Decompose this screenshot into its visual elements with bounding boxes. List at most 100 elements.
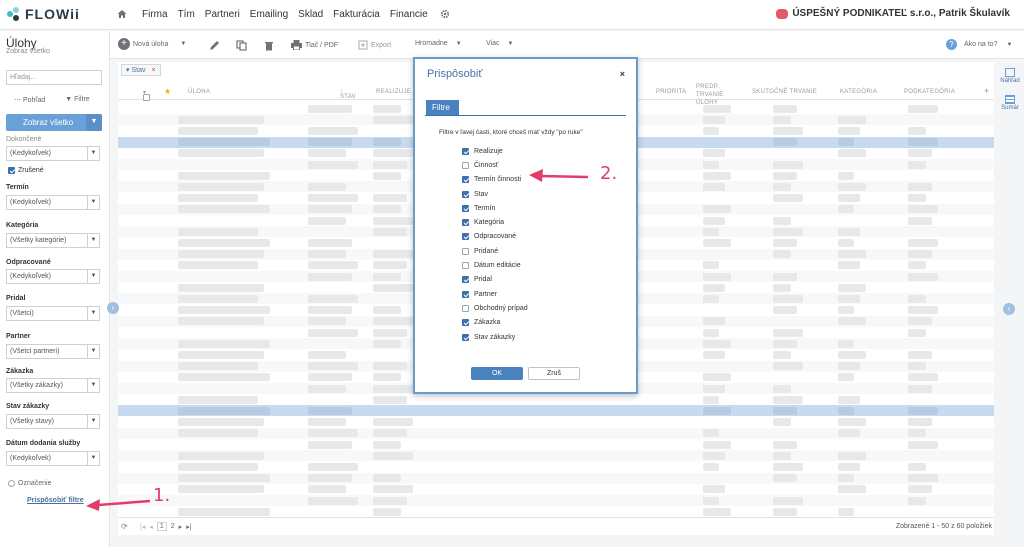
checkbox-icon[interactable] xyxy=(462,247,469,255)
gear-icon[interactable] xyxy=(440,9,450,19)
new-task-button[interactable]: + Nová úloha ▼ xyxy=(118,38,186,50)
filter-option[interactable]: Obchodný prípad xyxy=(462,301,528,315)
checkbox-icon[interactable] xyxy=(462,147,469,155)
close-icon[interactable]: × xyxy=(620,69,625,79)
search-input[interactable]: Hľadaj... xyxy=(6,70,102,85)
nav-item-2[interactable]: Partneri xyxy=(205,9,240,20)
radio-oznacenie[interactable]: Označenie xyxy=(8,480,51,487)
bulk-dropdown[interactable]: Hromadne ▼ xyxy=(415,40,462,47)
filter-select-pridal[interactable]: (Všetci) ▼ xyxy=(6,306,100,321)
nav-item-5[interactable]: Fakturácia xyxy=(333,9,380,20)
tab-view[interactable]: ⋯ Pohľad xyxy=(14,96,45,104)
table-row[interactable] xyxy=(118,417,994,428)
chevron-down-icon[interactable]: ▼ xyxy=(86,114,102,131)
copy-button[interactable] xyxy=(236,40,247,51)
help-button[interactable]: ? Ako na to? ▼ xyxy=(946,39,1012,50)
prev-page-icon[interactable]: ◂ xyxy=(149,523,153,531)
filter-option[interactable]: Pridal xyxy=(462,273,528,287)
table-row[interactable] xyxy=(118,427,994,439)
col-header-uloha[interactable]: ÚLOHA xyxy=(188,89,210,95)
close-icon[interactable]: × xyxy=(151,67,155,74)
col-header-kategoria[interactable]: KATEGÓRIA xyxy=(840,89,877,95)
filter-option[interactable]: Dátum editácie xyxy=(462,258,528,272)
table-row[interactable] xyxy=(118,484,994,495)
more-dropdown[interactable]: Viac ▼ xyxy=(486,40,513,47)
filter-option[interactable]: Činnosť xyxy=(462,158,528,172)
chevron-down-icon[interactable]: ▼ xyxy=(180,41,186,47)
summary-toggle[interactable]: Sumár xyxy=(998,95,1022,111)
table-row[interactable] xyxy=(118,394,994,405)
filter-select-kategoria[interactable]: (Všetky kategórie) ▼ xyxy=(6,233,100,248)
next-page-icon[interactable]: ▸ xyxy=(179,523,183,531)
checkbox-icon[interactable] xyxy=(462,333,469,341)
star-icon[interactable]: ★ xyxy=(164,87,171,96)
last-page-icon[interactable]: ▸| xyxy=(186,523,191,531)
filter-option[interactable]: Stav zákazky xyxy=(462,330,528,344)
filter-select-odpracovane[interactable]: (Kedykoľvek) ▼ xyxy=(6,269,100,284)
filter-option[interactable]: Stav xyxy=(462,187,528,201)
preview-toggle[interactable]: Náhľad xyxy=(998,68,1022,84)
checkbox-icon[interactable] xyxy=(462,190,469,198)
checkbox-icon[interactable] xyxy=(462,233,469,241)
checkbox-icon[interactable] xyxy=(462,204,469,212)
filter-option[interactable]: Odpracované xyxy=(462,230,528,244)
col-header-podkategoria[interactable]: PODKATEGÓRIA xyxy=(904,89,955,95)
ok-button[interactable]: OK xyxy=(471,367,523,380)
table-row[interactable] xyxy=(118,439,994,450)
col-header-skutocne-trvanie[interactable]: SKUTOČNÉ TRVANIE xyxy=(752,89,817,95)
checkbox-icon[interactable] xyxy=(462,304,469,312)
show-all-button[interactable]: Zobraz všetko ▼ xyxy=(6,114,102,131)
filter-option[interactable]: Partner xyxy=(462,287,528,301)
edit-button[interactable] xyxy=(209,40,220,51)
table-row[interactable] xyxy=(118,461,994,472)
table-row[interactable] xyxy=(118,495,994,506)
table-row[interactable] xyxy=(118,506,994,517)
nav-item-6[interactable]: Financie xyxy=(390,9,428,20)
first-page-icon[interactable]: |◂ xyxy=(140,523,145,531)
filter-select-zakazka[interactable]: (Všetky zákazky) ▼ xyxy=(6,378,100,393)
select-all-checkbox[interactable]: ▾ xyxy=(143,89,150,101)
filter-select-partner[interactable]: (Všetci partneri) ▼ xyxy=(6,344,100,359)
refresh-icon[interactable]: ⟳ xyxy=(121,522,128,531)
table-row[interactable] xyxy=(118,405,994,417)
page-2-button[interactable]: 2 xyxy=(171,523,175,530)
table-row[interactable] xyxy=(118,450,994,462)
company-user-menu[interactable]: ÚSPEŠNÝ PODNIKATEĽ s.r.o., Patrik Škulav… xyxy=(776,8,1010,19)
checkbox-icon[interactable] xyxy=(462,290,469,298)
cancel-button[interactable]: Zruš xyxy=(528,367,580,380)
grid-filter-tag[interactable]: ▾ Stav × xyxy=(121,64,161,76)
customize-filters-link[interactable]: Prispôsobiť filtre xyxy=(27,497,84,504)
tab-filters[interactable]: ▼ Filtre xyxy=(65,96,89,104)
export-button[interactable]: Export xyxy=(358,40,391,50)
col-header-realizuje[interactable]: REALIZUJE xyxy=(376,89,411,95)
page-1-button[interactable]: 1 xyxy=(156,522,167,531)
col-header-priorita[interactable]: PRIORITA xyxy=(656,89,686,95)
table-row[interactable] xyxy=(118,472,994,484)
checkbox-icon[interactable] xyxy=(462,176,469,184)
filter-option[interactable]: Kategória xyxy=(462,215,528,229)
tab-filtre[interactable]: Filtre xyxy=(426,100,459,115)
checkbox-icon[interactable] xyxy=(462,161,469,169)
checkbox-icon[interactable] xyxy=(462,219,469,227)
filter-option[interactable]: Pridané xyxy=(462,244,528,258)
checkbox-icon[interactable] xyxy=(462,319,469,327)
print-button[interactable]: Tlač / PDF xyxy=(291,40,338,50)
filter-select-dokoncene[interactable]: (Kedykoľvek) ▼ xyxy=(6,146,100,161)
add-column-icon[interactable]: + xyxy=(984,86,990,96)
filter-option[interactable]: Realizuje xyxy=(462,144,528,158)
nav-item-4[interactable]: Sklad xyxy=(298,9,323,20)
filter-select-termin[interactable]: (Kedykoľvek) ▼ xyxy=(6,195,100,210)
checkbox-zrusene[interactable]: Zrušené xyxy=(8,167,44,174)
col-header-stav[interactable]: STAV ↑ xyxy=(340,89,356,100)
home-icon[interactable] xyxy=(117,9,127,19)
checkbox-icon[interactable] xyxy=(462,276,469,284)
expand-panel-icon[interactable]: ‹ xyxy=(1003,303,1015,315)
nav-item-1[interactable]: Tím xyxy=(178,9,195,20)
nav-item-3[interactable]: Emailing xyxy=(250,9,288,20)
filter-option[interactable]: Termín xyxy=(462,201,528,215)
flowii-logo[interactable]: FLOWii xyxy=(7,6,80,22)
delete-button[interactable] xyxy=(264,40,274,51)
filter-select-stav-zakazky[interactable]: (Všetky stavy) ▼ xyxy=(6,414,100,429)
collapse-sidebar-icon[interactable]: ‹ xyxy=(107,302,119,314)
checkbox-icon[interactable] xyxy=(462,262,469,270)
